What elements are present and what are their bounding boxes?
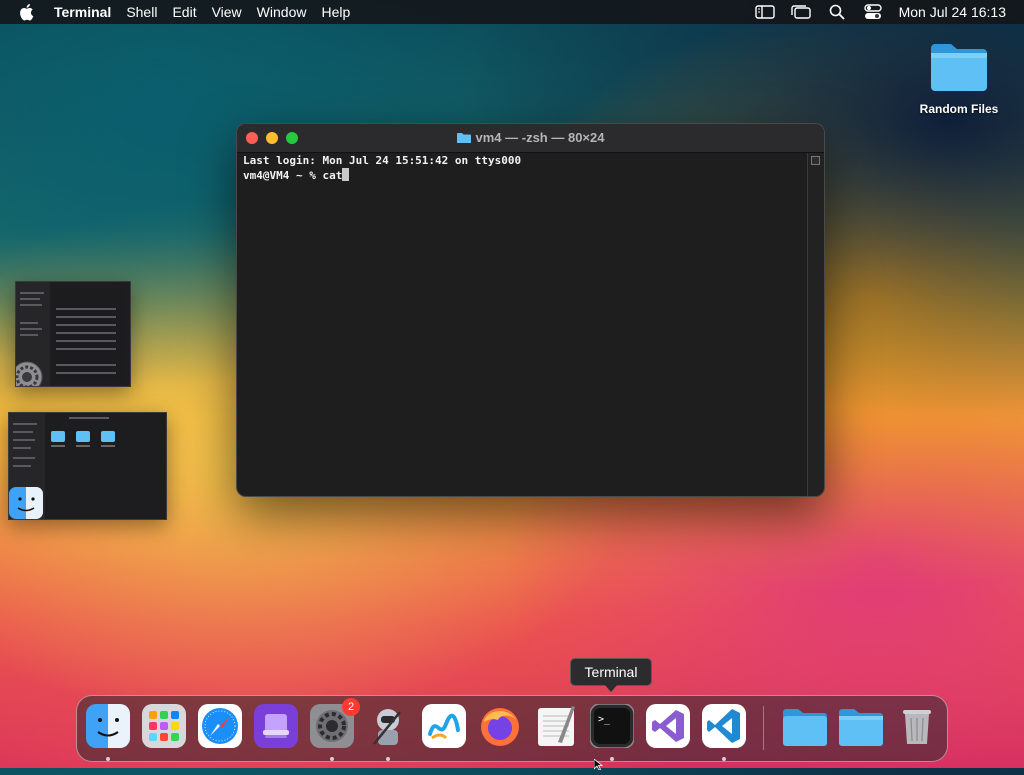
launchpad-icon [142, 704, 186, 748]
dock: 2 >_ [76, 695, 948, 762]
terminal-titlebar[interactable]: vm4 — -zsh — 80×24 [237, 124, 824, 153]
menu-app-terminal[interactable]: Terminal [54, 4, 111, 20]
finder-icon [9, 487, 43, 519]
system-settings-icon [16, 360, 44, 386]
menu-bar: Terminal Shell Edit View Window Help Mon… [0, 0, 1024, 24]
control-center-icon[interactable] [863, 4, 883, 20]
text-cursor [342, 168, 350, 181]
dock-visual-studio[interactable] [646, 704, 690, 748]
prompt-line: vm4@VM4 ~ % cat [243, 168, 804, 183]
terminal-window[interactable]: vm4 — -zsh — 80×24 Last login: Mon Jul 2… [236, 123, 825, 497]
finder-icon [86, 704, 130, 748]
vscode-icon [702, 704, 746, 748]
scrollbar[interactable] [807, 153, 824, 496]
dock-tooltip: Terminal [570, 658, 652, 692]
desktop-folder-random-files[interactable]: Random Files [914, 38, 1004, 116]
dock-folder-1[interactable] [781, 704, 827, 748]
firefox-icon [481, 708, 519, 746]
folder-icon [456, 131, 471, 144]
dock-terminal[interactable]: >_ [589, 703, 635, 749]
running-indicator [330, 757, 334, 761]
mouse-pointer-icon [593, 757, 604, 775]
dock-separator [763, 706, 764, 750]
window-title-text: vm4 — -zsh — 80×24 [475, 130, 605, 145]
last-login-line: Last login: Mon Jul 24 15:51:42 on ttys0… [243, 154, 522, 167]
textedit-icon [538, 706, 575, 746]
running-indicator [106, 757, 110, 761]
trash-icon [903, 710, 931, 744]
dock-firefox[interactable] [478, 704, 522, 748]
freeform-icon [422, 704, 466, 748]
dock-safari[interactable] [198, 704, 242, 748]
notification-badge: 2 [342, 698, 360, 716]
menu-view[interactable]: View [212, 4, 242, 20]
menu-help[interactable]: Help [321, 4, 350, 20]
svg-text:>_: >_ [598, 714, 611, 725]
running-indicator [610, 757, 614, 761]
menu-window[interactable]: Window [257, 4, 307, 20]
folder-icon [928, 38, 990, 94]
robot-icon [373, 709, 401, 745]
dock-system-settings[interactable]: 2 [310, 698, 360, 748]
desktop-folder-label: Random Files [919, 102, 999, 116]
stack-app-icon [254, 704, 298, 748]
dock-freeform[interactable] [422, 704, 466, 748]
terminal-output[interactable]: Last login: Mon Jul 24 15:51:42 on ttys0… [243, 154, 804, 183]
terminal-icon: >_ [589, 703, 635, 749]
window-title: vm4 — -zsh — 80×24 [237, 130, 824, 145]
apple-menu-icon[interactable] [18, 3, 40, 21]
scroll-marker-icon[interactable] [811, 156, 820, 165]
prompt-text: vm4@VM4 ~ % cat [243, 169, 343, 182]
folder-icon [783, 709, 827, 746]
stage-thumbnail-finder[interactable] [8, 412, 167, 520]
spotlight-search-icon[interactable] [827, 4, 847, 20]
running-indicator [722, 757, 726, 761]
folder-icon [839, 709, 883, 746]
dock-folder-2[interactable] [837, 704, 883, 748]
menu-edit[interactable]: Edit [172, 4, 196, 20]
visual-studio-icon [646, 704, 690, 748]
dock-textedit[interactable] [534, 704, 578, 748]
stage-thumbnail-system-settings[interactable] [15, 281, 131, 387]
running-indicator [386, 757, 390, 761]
dock-finder[interactable] [86, 704, 130, 748]
sidebar-list-icon[interactable] [754, 4, 775, 20]
dock-vscode[interactable] [702, 704, 746, 748]
dock-automator[interactable] [366, 704, 410, 748]
safari-icon [198, 704, 242, 748]
menu-shell[interactable]: Shell [126, 4, 157, 20]
menubar-clock[interactable]: Mon Jul 24 16:13 [899, 4, 1006, 20]
dock-purple-app[interactable] [254, 704, 298, 748]
dock-launchpad[interactable] [142, 704, 186, 748]
dock-trash[interactable] [895, 704, 939, 748]
stage-manager-icon[interactable] [790, 4, 811, 20]
